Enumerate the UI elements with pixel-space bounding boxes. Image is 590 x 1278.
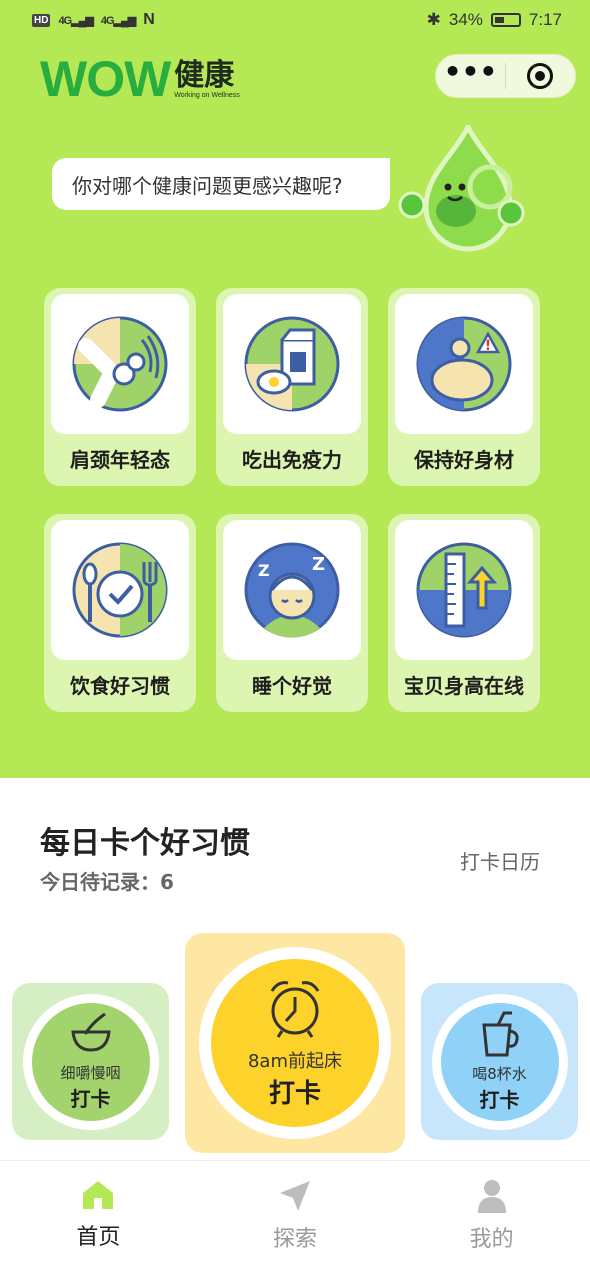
height-ruler-icon [416,542,512,638]
bottom-nav: 首页 探索 我的 [0,1160,590,1278]
explore-icon [280,1181,310,1211]
bowl-icon [70,1012,111,1052]
battery-percent: 34% [448,10,483,29]
water-drop-mascot-icon [398,125,525,252]
status-bar: HD 4G▂▄▆ 4G▂▄▆ N ✱ 34% 7:17 [0,0,590,40]
habit-card-chew[interactable]: 细嚼慢咽 打卡 [12,983,169,1140]
pending-count: 今日待记录：6 [40,870,174,894]
topic-label: 饮食好习惯 [70,674,170,698]
svg-text:Z: Z [312,554,325,575]
topic-card-body-shape[interactable]: ! 保持好身材 [388,288,540,486]
checkin-calendar-link[interactable]: 打卡日历 [460,846,540,875]
topic-card-immunity[interactable]: 吃出免疫力 [216,288,368,486]
miniprogram-capsule: ••• [435,54,576,98]
svg-text:!: ! [485,338,491,354]
topic-card-shoulder[interactable]: 肩颈年轻态 [44,288,196,486]
topic-label: 睡个好觉 [252,674,332,698]
logo-wordmark: WOW [40,51,171,107]
hd-indicator: HD [32,13,51,27]
profile-icon [477,1180,506,1213]
topic-card-child-height[interactable]: 宝贝身高在线 [388,514,540,712]
svg-text:Z: Z [258,561,270,580]
habit-card-water[interactable]: 喝8杯水 打卡 [421,983,578,1140]
checkin-button[interactable]: 打卡 [269,1073,321,1110]
signal-icon-2: 4G▂▄▆ [100,14,136,27]
nfc-icon: N [143,11,155,28]
alarm-clock-icon [270,980,320,1038]
question-bubble: 你对哪个健康问题更感兴趣呢? [52,158,390,210]
close-target-icon [527,63,554,89]
checkin-button[interactable]: 打卡 [480,1084,520,1113]
nav-home[interactable]: 首页 [0,1161,197,1278]
logo-tagline: Working on Wellness [174,91,240,99]
topic-label: 保持好身材 [414,448,514,472]
close-button[interactable] [506,63,575,89]
home-icon [83,1181,114,1209]
sleeping-face-icon: Z Z [244,542,340,638]
topic-card-sleep[interactable]: Z Z 睡个好觉 [216,514,368,712]
nav-label: 我的 [469,1227,514,1252]
nav-label: 首页 [76,1225,121,1250]
more-menu-button[interactable]: ••• [436,58,505,90]
habit-card-wake-up[interactable]: 8am前起床 打卡 [185,933,405,1153]
topic-label: 宝贝身高在线 [404,674,524,698]
question-text: 你对哪个健康问题更感兴趣呢? [72,173,343,198]
bluetooth-icon: ✱ [426,10,441,29]
shoulder-joint-icon [72,316,168,412]
checkin-button[interactable]: 打卡 [71,1083,111,1112]
habit-name: 细嚼慢咽 [60,1063,121,1082]
signal-icon: 4G▂▄▆ [58,14,93,27]
logo-chinese: 健康 [174,57,235,93]
topic-label: 肩颈年轻态 [70,448,170,472]
clock: 7:17 [528,10,562,29]
habit-title: 每日卡个好习惯 [40,826,250,861]
nav-explore[interactable]: 探索 [197,1161,394,1278]
habit-name: 8am前起床 [247,1050,343,1072]
plate-cutlery-icon [72,542,168,638]
belly-warning-icon: ! [416,316,512,412]
topic-card-diet-habits[interactable]: 饮食好习惯 [44,514,196,712]
topic-label: 吃出免疫力 [242,448,342,472]
milk-egg-icon [244,316,340,412]
cup-icon [481,1011,519,1056]
battery-icon [490,13,521,27]
nav-label: 探索 [273,1227,318,1252]
habit-name: 喝8杯水 [472,1064,527,1083]
app-logo: WOW 健康 Working on Wellness [40,50,240,108]
nav-profile[interactable]: 我的 [393,1161,590,1278]
